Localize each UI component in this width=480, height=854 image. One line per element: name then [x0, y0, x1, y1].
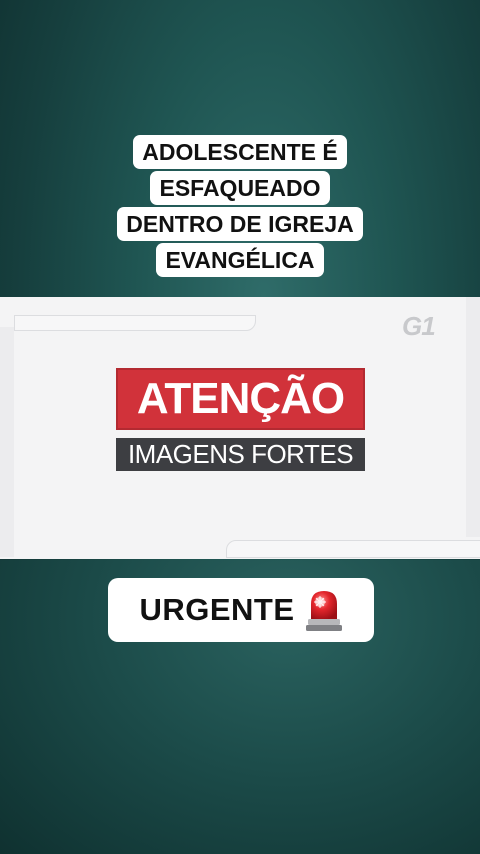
headline-caption: ADOLESCENTE É ESFAQUEADO DENTRO DE IGREJ… [0, 134, 480, 278]
frame-decoration-left [0, 327, 14, 557]
g1-logo: G1 [402, 311, 436, 341]
urgent-caption: URGENTE [108, 578, 374, 642]
headline-line-4: EVANGÉLICA [156, 243, 324, 277]
frame-decoration-right [466, 297, 480, 537]
frame-decoration-top [14, 315, 256, 331]
video-frame[interactable]: G1 ATENÇÃO IMAGENS FORTES [0, 297, 480, 559]
headline-line-3: DENTRO DE IGREJA [117, 207, 363, 241]
warning-subtitle: IMAGENS FORTES [116, 438, 365, 471]
urgent-label: URGENTE [139, 592, 295, 627]
frame-decoration-bottom [226, 540, 480, 558]
headline-line-1: ADOLESCENTE É [133, 135, 347, 169]
headline-line-2: ESFAQUEADO [150, 171, 330, 205]
police-car-light-icon [305, 587, 343, 633]
warning-title: ATENÇÃO [116, 368, 365, 430]
warning-banner: ATENÇÃO IMAGENS FORTES [116, 368, 365, 471]
